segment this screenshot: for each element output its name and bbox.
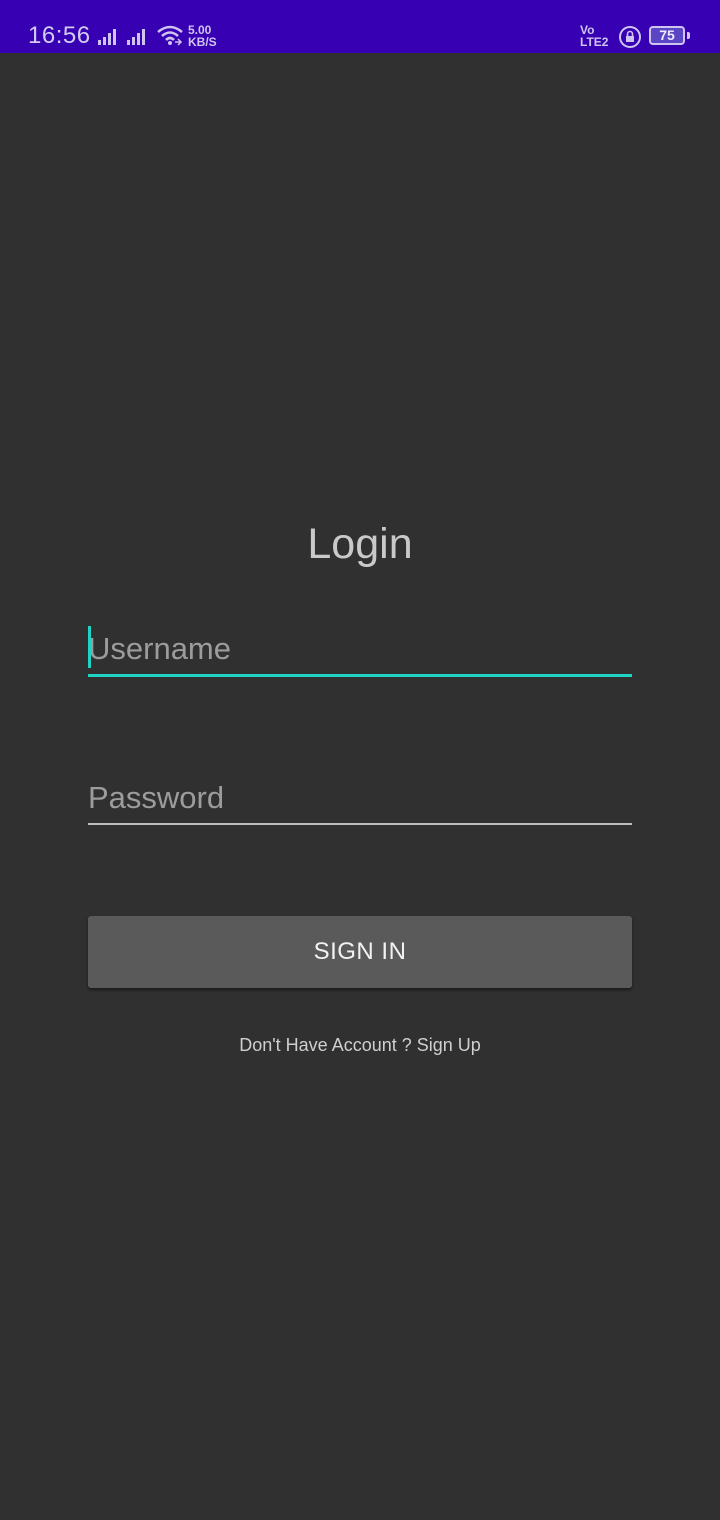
signal-icon-2 — [127, 29, 145, 45]
battery-icon: 75 — [649, 26, 685, 45]
signal-icon — [98, 29, 116, 45]
volte-line2: LTE2 — [580, 35, 609, 49]
text-cursor — [88, 626, 91, 668]
network-speed: 5.00 KB/S — [188, 24, 217, 48]
password-input[interactable] — [88, 773, 632, 825]
wifi-icon — [157, 25, 183, 46]
status-time: 16:56 — [28, 22, 91, 49]
sign-up-link[interactable]: Don't Have Account ? Sign Up — [0, 1035, 720, 1056]
username-input[interactable] — [88, 624, 632, 677]
status-bar: 16:56 5.00 KB/S Vo LTE2 75 — [0, 0, 720, 53]
lock-icon — [619, 26, 641, 48]
sign-in-button[interactable]: SIGN IN — [88, 916, 632, 988]
page-title: Login — [307, 520, 413, 568]
volte-indicator: Vo LTE2 — [580, 24, 608, 48]
battery-tip — [687, 32, 690, 39]
network-speed-unit: KB/S — [188, 35, 217, 49]
